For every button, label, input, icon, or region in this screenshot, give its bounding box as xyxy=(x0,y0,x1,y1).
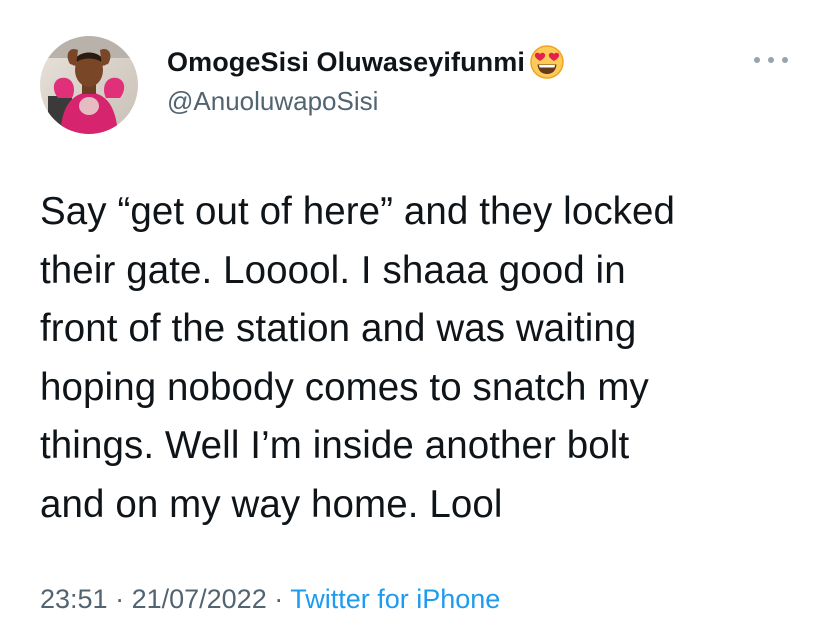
avatar-image xyxy=(40,36,138,134)
avatar[interactable] xyxy=(40,36,138,134)
more-dot xyxy=(782,57,788,63)
tweet-date[interactable]: 21/07/2022 xyxy=(132,584,267,614)
tweet-time[interactable]: 23:51 xyxy=(40,584,108,614)
heart-eyes-emoji-icon xyxy=(530,45,564,79)
author-row: OmogeSisi Oluwaseyifunmi xyxy=(167,44,565,80)
more-options-icon[interactable] xyxy=(754,52,788,68)
tweet-text: Say “get out of here” and they locked th… xyxy=(40,190,676,526)
meta-separator: · xyxy=(107,584,132,614)
user-handle[interactable]: @AnuoluwapoSisi xyxy=(167,86,378,117)
display-name[interactable]: OmogeSisi Oluwaseyifunmi xyxy=(167,47,525,78)
meta-separator: · xyxy=(266,584,291,614)
tweet-source-link[interactable]: Twitter for iPhone xyxy=(290,584,500,614)
more-dot xyxy=(754,57,760,63)
tweet-meta: 23:51 · 21/07/2022 · Twitter for iPhone xyxy=(40,584,500,615)
tweet-card: OmogeSisi Oluwaseyifunmi @AnuoluwapoSisi… xyxy=(0,0,829,631)
more-dot xyxy=(768,57,774,63)
